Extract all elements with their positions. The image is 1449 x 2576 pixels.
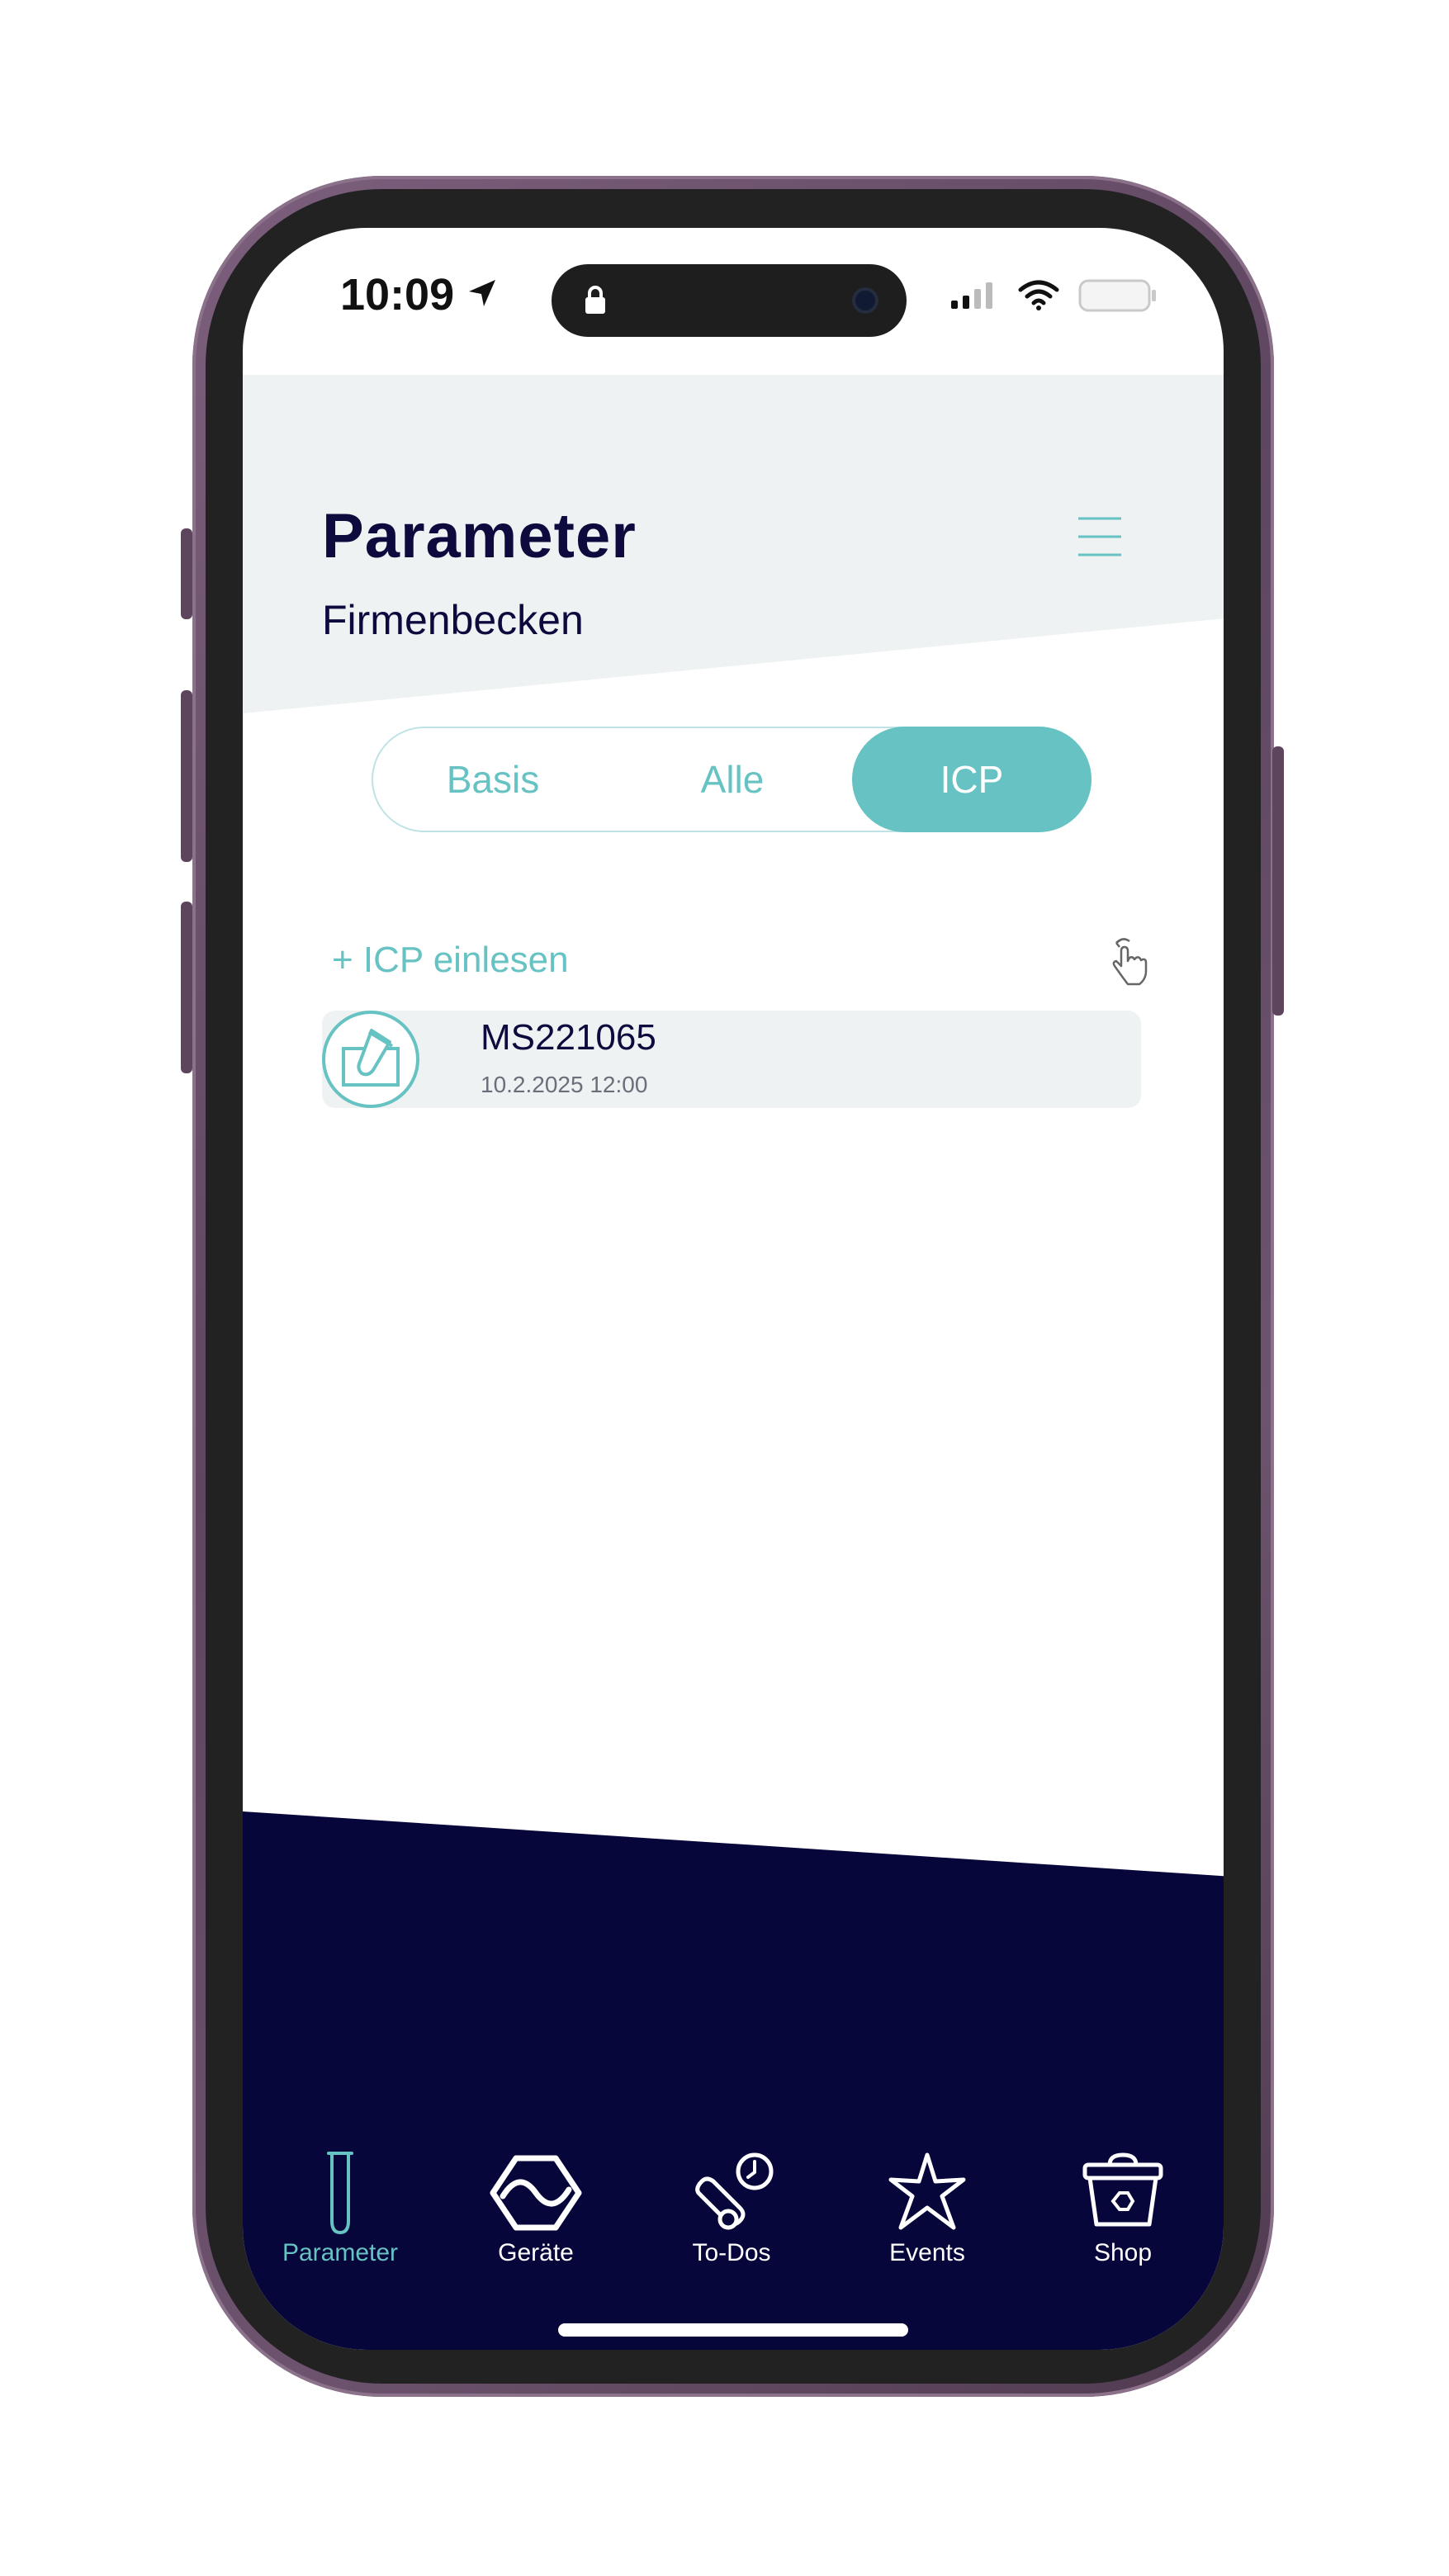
nav-label: Parameter (282, 2239, 399, 2266)
nav-parameter[interactable]: Parameter (274, 2150, 406, 2274)
tab-icp[interactable]: ICP (852, 727, 1091, 832)
wifi-icon (1017, 280, 1060, 315)
volume-up-button (181, 690, 192, 862)
nav-label: Shop (1093, 2239, 1153, 2266)
nav-label: To-Dos (692, 2239, 771, 2266)
swipe-hand-icon (1105, 933, 1151, 987)
tab-alle[interactable]: Alle (613, 727, 852, 832)
nav-geraete[interactable]: Geräte (470, 2150, 602, 2274)
tab-basis[interactable]: Basis (373, 727, 613, 832)
app-screen: 10:09 Parameter Firmenbecken Basis Alle … (243, 228, 1224, 2350)
power-button (1272, 746, 1284, 1016)
starfish-icon (861, 2150, 993, 2236)
signal-icon (949, 281, 999, 314)
icp-item-title: MS221065 (481, 1017, 656, 1058)
nav-shop[interactable]: Shop (1057, 2150, 1189, 2274)
shop-basket-icon (1057, 2150, 1189, 2236)
status-bar-left: 10:09 (340, 269, 499, 320)
home-indicator[interactable] (558, 2323, 908, 2337)
nav-label: Geräte (498, 2239, 574, 2266)
hamburger-menu-icon[interactable] (1077, 514, 1123, 560)
nav-events[interactable]: Events (861, 2150, 993, 2274)
action-button (181, 528, 192, 619)
pool-name: Firmenbecken (322, 597, 584, 643)
test-tube-icon (274, 2150, 406, 2236)
device-hexagon-icon (470, 2150, 602, 2236)
status-time: 10:09 (340, 270, 455, 320)
add-icp-button[interactable]: + ICP einlesen (332, 940, 569, 981)
nav-todos[interactable]: To-Dos (665, 2150, 798, 2274)
volume-down-button (181, 902, 192, 1073)
list-item[interactable]: MS221065 10.2.2025 12:00 (322, 1011, 1141, 1108)
icp-item-date: 10.2.2025 12:00 (481, 1072, 648, 1097)
lock-icon (583, 284, 608, 320)
battery-icon (1078, 277, 1158, 317)
nav-label: Events (889, 2239, 965, 2266)
location-arrow-icon (466, 277, 499, 313)
todo-clock-icon (665, 2150, 798, 2236)
status-bar-right (949, 277, 1158, 317)
test-tube-icon (320, 1009, 421, 1110)
camera-icon (852, 287, 878, 314)
page-title: Parameter (322, 501, 637, 571)
parameter-tabs: Basis Alle ICP (372, 727, 1091, 832)
dynamic-island (552, 264, 907, 337)
